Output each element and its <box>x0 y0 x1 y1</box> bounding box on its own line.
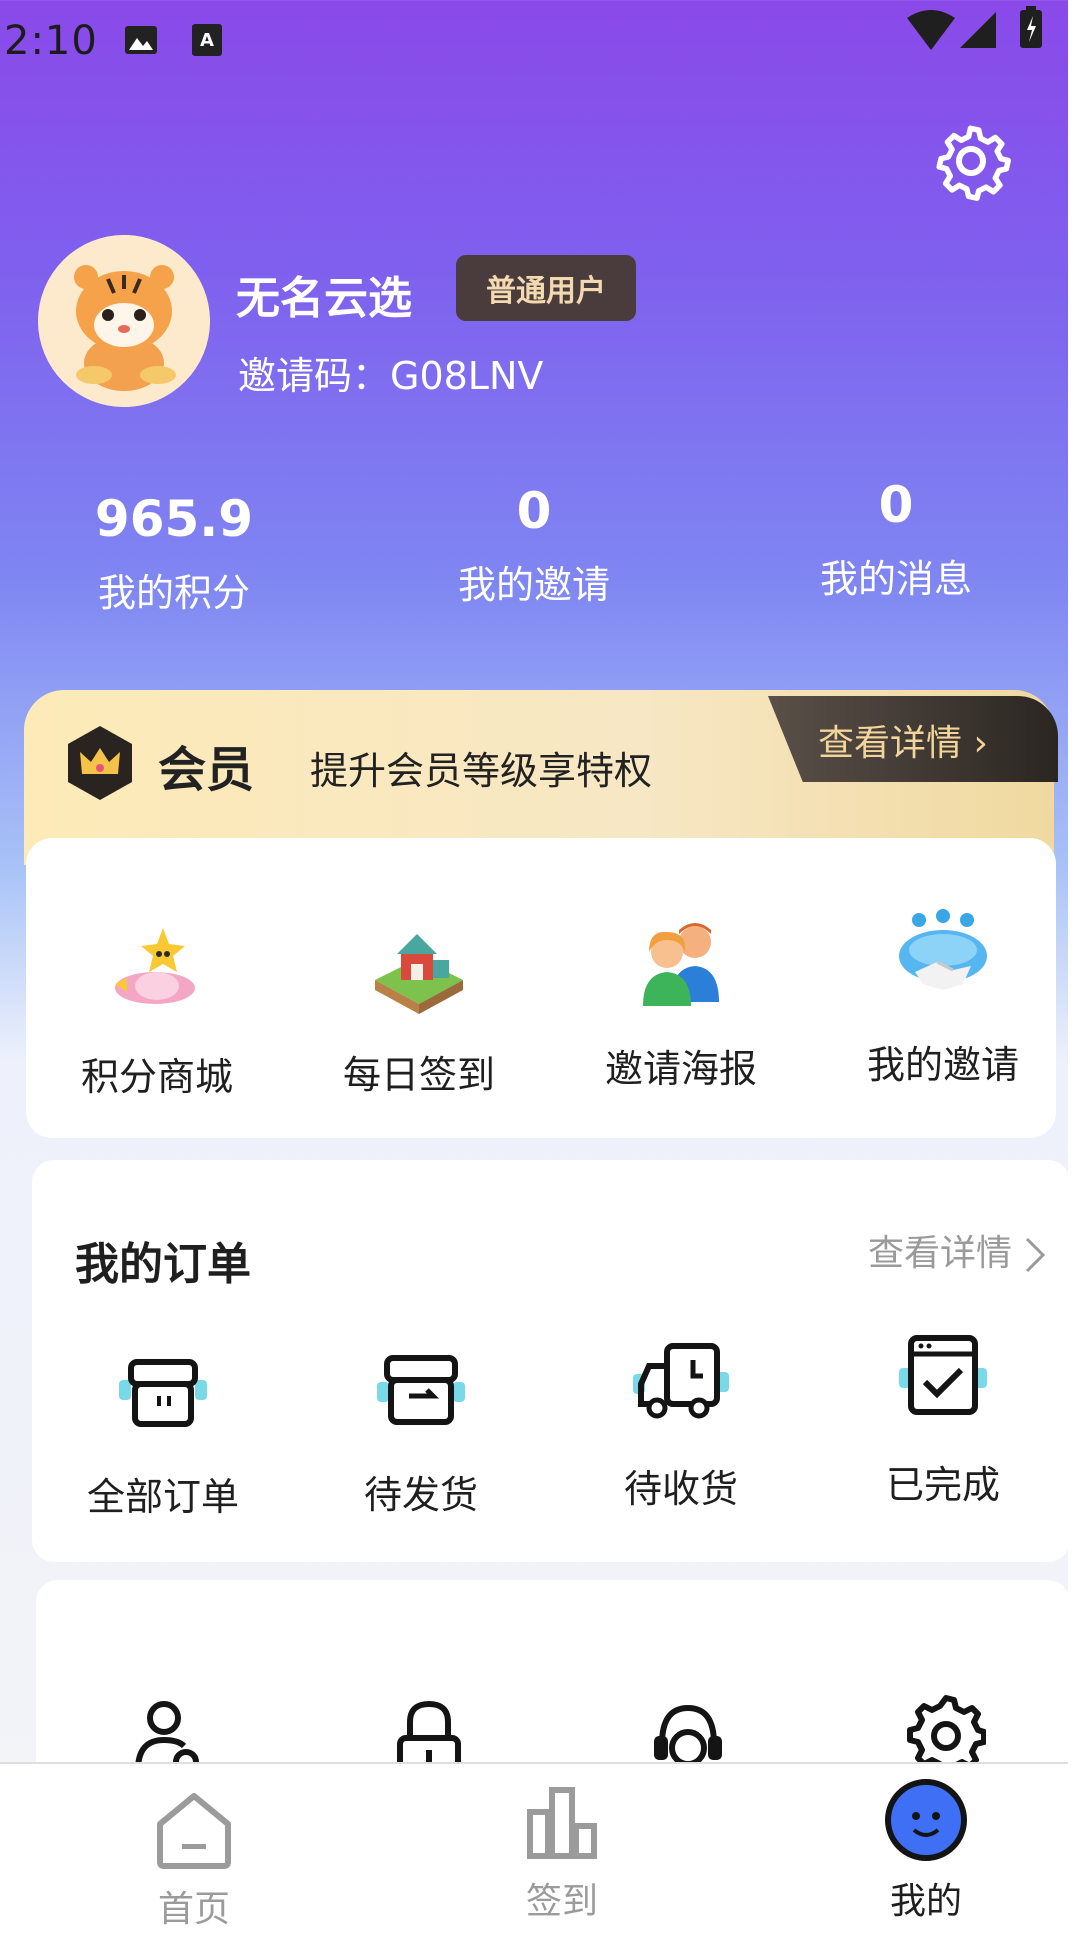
chevron-right-icon <box>1026 1237 1046 1273</box>
right-edge-strip <box>1068 0 1087 1933</box>
stat-messages[interactable]: 0 我的消息 <box>766 476 1026 603</box>
nav-home[interactable]: 首页 <box>94 1790 294 1932</box>
wifi-icon <box>907 10 955 50</box>
order-pending-delivery-label: 待收货 <box>623 1467 738 1511</box>
all-orders-icon <box>119 1359 207 1427</box>
order-completed-label: 已完成 <box>885 1463 1000 1507</box>
stat-invites[interactable]: 0 我的邀请 <box>404 482 664 609</box>
user-level-badge: 普通用户 <box>456 255 636 321</box>
pending-shipment-icon <box>377 1355 465 1425</box>
quick-points-mall[interactable]: 积分商城 <box>32 920 282 1101</box>
order-completed[interactable]: 已完成 <box>818 1328 1068 1509</box>
points-mall-icon <box>115 928 195 1004</box>
quick-my-invites-label: 我的邀请 <box>866 1043 1019 1087</box>
orders-detail-label: 查看详情 <box>868 1233 1013 1274</box>
tiger-avatar-icon <box>38 235 210 407</box>
nav-checkin[interactable]: 签到 <box>462 1782 662 1924</box>
member-subtitle: 提升会员等级享特权 <box>310 749 653 793</box>
nav-checkin-label: 签到 <box>525 1881 598 1922</box>
nav-mine[interactable]: 我的 <box>826 1778 1026 1924</box>
stat-points[interactable]: 965.9 我的积分 <box>44 490 304 617</box>
orders-title: 我的订单 <box>75 1239 251 1290</box>
orders-detail-link[interactable]: 查看详情 <box>868 1224 1047 1276</box>
order-pending-shipment[interactable]: 待发货 <box>296 1338 546 1519</box>
battery-icon <box>1020 6 1042 48</box>
settings-gear-icon[interactable] <box>930 120 1012 202</box>
invite-poster-icon <box>643 923 719 1006</box>
order-all-label: 全部订单 <box>86 1475 239 1519</box>
quick-invite-poster[interactable]: 邀请海报 <box>556 912 806 1093</box>
completed-icon <box>899 1335 987 1415</box>
crown-icon <box>68 726 132 800</box>
stat-invites-label: 我的邀请 <box>457 563 610 607</box>
nav-mine-label: 我的 <box>889 1881 962 1922</box>
stat-points-value: 965.9 <box>94 490 254 548</box>
order-all[interactable]: 全部订单 <box>38 1340 288 1521</box>
svg-text:A: A <box>200 30 214 51</box>
stat-points-label: 我的积分 <box>97 571 250 615</box>
order-pending-shipment-label: 待发货 <box>363 1473 478 1517</box>
quick-daily-checkin[interactable]: 每日签到 <box>294 918 544 1099</box>
stat-messages-label: 我的消息 <box>819 557 972 601</box>
my-invites-icon <box>899 909 987 990</box>
invite-code[interactable]: 邀请码：G08LNV <box>238 345 543 400</box>
member-detail-button[interactable]: 查看详情 › <box>818 714 988 766</box>
quick-invite-poster-label: 邀请海报 <box>604 1047 757 1091</box>
nickname: 无名云选 <box>236 273 412 324</box>
signal-icon <box>960 12 996 48</box>
text-icon: A <box>192 24 222 56</box>
stat-messages-value: 0 <box>878 476 914 534</box>
order-pending-delivery[interactable]: 待收货 <box>556 1332 806 1513</box>
status-time: 2:10 <box>4 18 98 64</box>
home-icon <box>157 1793 231 1869</box>
quick-points-mall-label: 积分商城 <box>80 1055 233 1099</box>
nav-home-label: 首页 <box>157 1889 230 1930</box>
quick-daily-checkin-label: 每日签到 <box>342 1053 495 1097</box>
pending-delivery-icon <box>633 1343 729 1419</box>
member-title: 会员 <box>158 742 255 798</box>
quick-my-invites[interactable]: 我的邀请 <box>818 908 1068 1089</box>
stat-invites-value: 0 <box>516 482 552 540</box>
checkin-icon <box>527 1787 597 1859</box>
daily-checkin-icon <box>375 934 463 1014</box>
image-icon <box>125 26 157 54</box>
mine-icon <box>885 1779 967 1861</box>
avatar[interactable] <box>38 235 210 407</box>
